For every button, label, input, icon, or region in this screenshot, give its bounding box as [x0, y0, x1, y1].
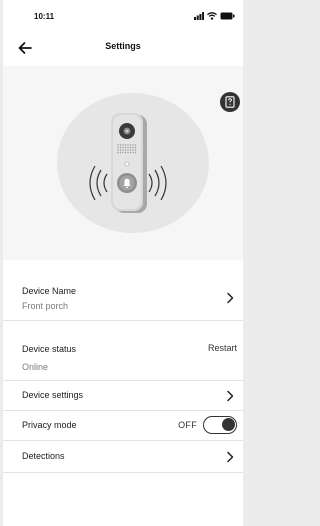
row-device-status-label: Device status — [22, 344, 77, 354]
hero-section — [3, 66, 243, 260]
page-title: Settings — [105, 41, 141, 51]
row-device-name[interactable]: Device Name Front porch — [3, 271, 243, 321]
chevron-right-icon — [227, 390, 234, 402]
status-bar: 10:11 — [3, 0, 243, 30]
restart-button[interactable]: Restart — [208, 343, 237, 353]
privacy-mode-toggle[interactable] — [203, 416, 237, 434]
row-detections[interactable]: Detections — [3, 441, 243, 473]
row-detections-label: Detections — [22, 451, 65, 461]
row-device-settings[interactable]: Device settings — [3, 381, 243, 411]
row-privacy-mode-label: Privacy mode — [22, 420, 77, 430]
header: Settings — [3, 30, 243, 66]
privacy-mode-state: OFF — [178, 420, 197, 430]
signal-icon — [194, 12, 204, 20]
chevron-right-icon — [227, 292, 234, 304]
row-device-name-label: Device Name — [22, 286, 77, 296]
status-time: 10:11 — [34, 12, 55, 21]
wifi-icon — [207, 12, 217, 20]
row-device-name-value: Front porch — [22, 301, 69, 311]
chevron-right-icon — [227, 451, 234, 463]
battery-icon — [220, 12, 235, 20]
toggle-knob — [222, 418, 235, 431]
doorbell-camera-illustration — [89, 113, 167, 213]
row-privacy-mode: Privacy mode OFF — [3, 411, 243, 441]
settings-screen: 10:11 Settings Device Name Front porch D… — [3, 0, 243, 526]
status-icons — [194, 11, 235, 21]
bottom-spacer — [3, 473, 243, 526]
row-device-status-value: Online — [22, 362, 49, 372]
row-device-status: Device status Online Restart — [3, 339, 243, 381]
row-device-settings-label: Device settings — [22, 390, 84, 400]
